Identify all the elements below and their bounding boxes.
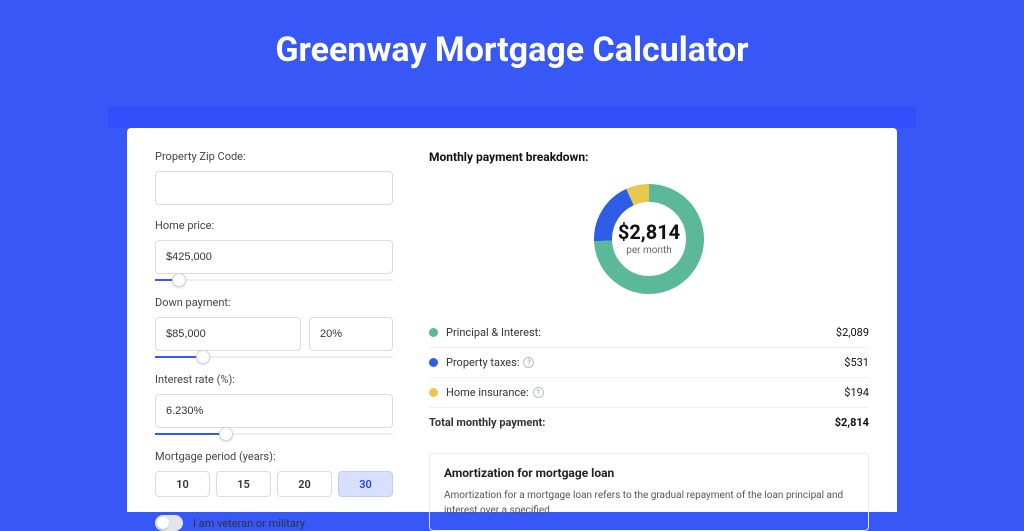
period-option-20[interactable]: 20 bbox=[277, 471, 332, 497]
legend-row-taxes: Property taxes: ? $531 bbox=[429, 347, 869, 377]
amortization-text: Amortization for a mortgage loan refers … bbox=[444, 488, 854, 518]
legend-value-insurance: $194 bbox=[844, 386, 869, 399]
zip-label: Property Zip Code: bbox=[155, 150, 393, 163]
home-price-label: Home price: bbox=[155, 219, 393, 232]
panel-header-band bbox=[108, 106, 916, 128]
donut-center-sub: per month bbox=[626, 245, 672, 256]
mortgage-period-group: 10 15 20 30 bbox=[155, 471, 393, 497]
legend-row-principal: Principal & Interest: $2,089 bbox=[429, 318, 869, 347]
period-option-15[interactable]: 15 bbox=[216, 471, 271, 497]
interest-rate-input[interactable] bbox=[155, 394, 393, 428]
home-price-input[interactable] bbox=[155, 240, 393, 274]
legend-value-principal: $2,089 bbox=[836, 326, 869, 339]
info-icon[interactable]: ? bbox=[533, 387, 544, 398]
legend-value-total: $2,814 bbox=[835, 416, 869, 429]
form-column: Property Zip Code: Home price: Down paym… bbox=[155, 150, 393, 512]
veteran-toggle[interactable] bbox=[155, 515, 183, 531]
legend-value-taxes: $531 bbox=[844, 356, 869, 369]
breakdown-title: Monthly payment breakdown: bbox=[429, 150, 869, 164]
interest-rate-label: Interest rate (%): bbox=[155, 373, 393, 386]
legend-row-insurance: Home insurance: ? $194 bbox=[429, 377, 869, 407]
breakdown-donut-chart: $2,814 per month bbox=[429, 174, 869, 304]
mortgage-period-label: Mortgage period (years): bbox=[155, 450, 393, 463]
veteran-label: I am veteran or military bbox=[193, 517, 305, 530]
period-option-30[interactable]: 30 bbox=[338, 471, 393, 497]
results-column: Monthly payment breakdown: $2,814 per mo… bbox=[429, 150, 869, 512]
swatch-green-icon bbox=[429, 328, 438, 337]
legend-label-insurance: Home insurance: ? bbox=[446, 386, 844, 399]
zip-input[interactable] bbox=[155, 171, 393, 205]
amortization-title: Amortization for mortgage loan bbox=[444, 466, 854, 480]
info-icon[interactable]: ? bbox=[523, 357, 534, 368]
down-payment-slider[interactable] bbox=[155, 353, 393, 363]
home-price-slider[interactable] bbox=[155, 276, 393, 286]
breakdown-legend: Principal & Interest: $2,089 Property ta… bbox=[429, 318, 869, 437]
legend-label-principal: Principal & Interest: bbox=[446, 326, 836, 339]
legend-row-total: Total monthly payment: $2,814 bbox=[429, 407, 869, 437]
period-option-10[interactable]: 10 bbox=[155, 471, 210, 497]
interest-rate-slider[interactable] bbox=[155, 430, 393, 440]
swatch-blue-icon bbox=[429, 358, 438, 367]
donut-center-value: $2,814 bbox=[618, 220, 680, 244]
calculator-panel: Property Zip Code: Home price: Down paym… bbox=[127, 128, 897, 512]
swatch-yellow-icon bbox=[429, 388, 438, 397]
down-payment-amount-input[interactable] bbox=[155, 317, 301, 351]
down-payment-label: Down payment: bbox=[155, 296, 393, 309]
page-title: Greenway Mortgage Calculator bbox=[0, 0, 1024, 92]
amortization-card: Amortization for mortgage loan Amortizat… bbox=[429, 453, 869, 531]
legend-label-total: Total monthly payment: bbox=[429, 416, 835, 429]
down-payment-percent-input[interactable] bbox=[309, 317, 393, 351]
legend-label-taxes: Property taxes: ? bbox=[446, 356, 844, 369]
